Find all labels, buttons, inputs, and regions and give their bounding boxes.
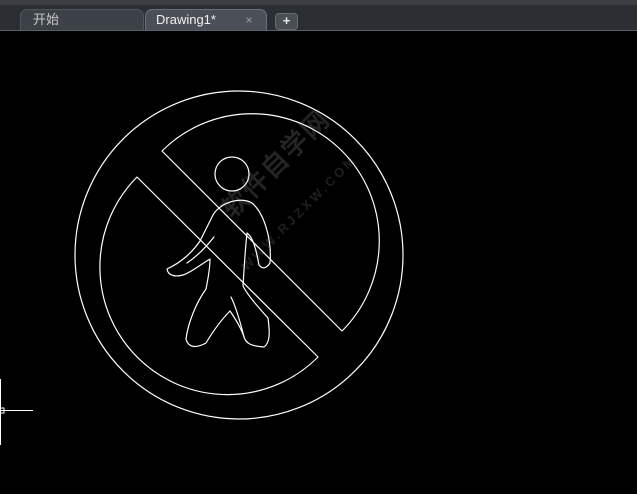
- tab-drawing1-label: Drawing1*: [156, 12, 216, 27]
- close-icon[interactable]: ×: [243, 10, 255, 30]
- sign-inner-lower-segment: [99, 176, 319, 396]
- sign-inner-upper-segment: [161, 113, 380, 332]
- crosshair-cursor-icon: [0, 379, 33, 445]
- tab-start-label: 开始: [33, 12, 60, 27]
- no-pedestrian-sign: [74, 90, 404, 420]
- new-tab-button[interactable]: +: [275, 13, 298, 30]
- sign-outer-circle: [74, 90, 404, 420]
- pedestrian-leg: [230, 296, 245, 338]
- pedestrian-head: [214, 156, 250, 192]
- cad-window: 开始 Drawing1* × + 软件自学网 WWW.RJZXW.COM: [0, 0, 637, 494]
- file-tab-bar: 开始 Drawing1* × +: [0, 5, 637, 31]
- drawing-canvas[interactable]: 软件自学网 WWW.RJZXW.COM: [0, 31, 637, 494]
- tab-drawing1[interactable]: Drawing1* ×: [145, 9, 267, 30]
- tab-start[interactable]: 开始: [20, 9, 144, 30]
